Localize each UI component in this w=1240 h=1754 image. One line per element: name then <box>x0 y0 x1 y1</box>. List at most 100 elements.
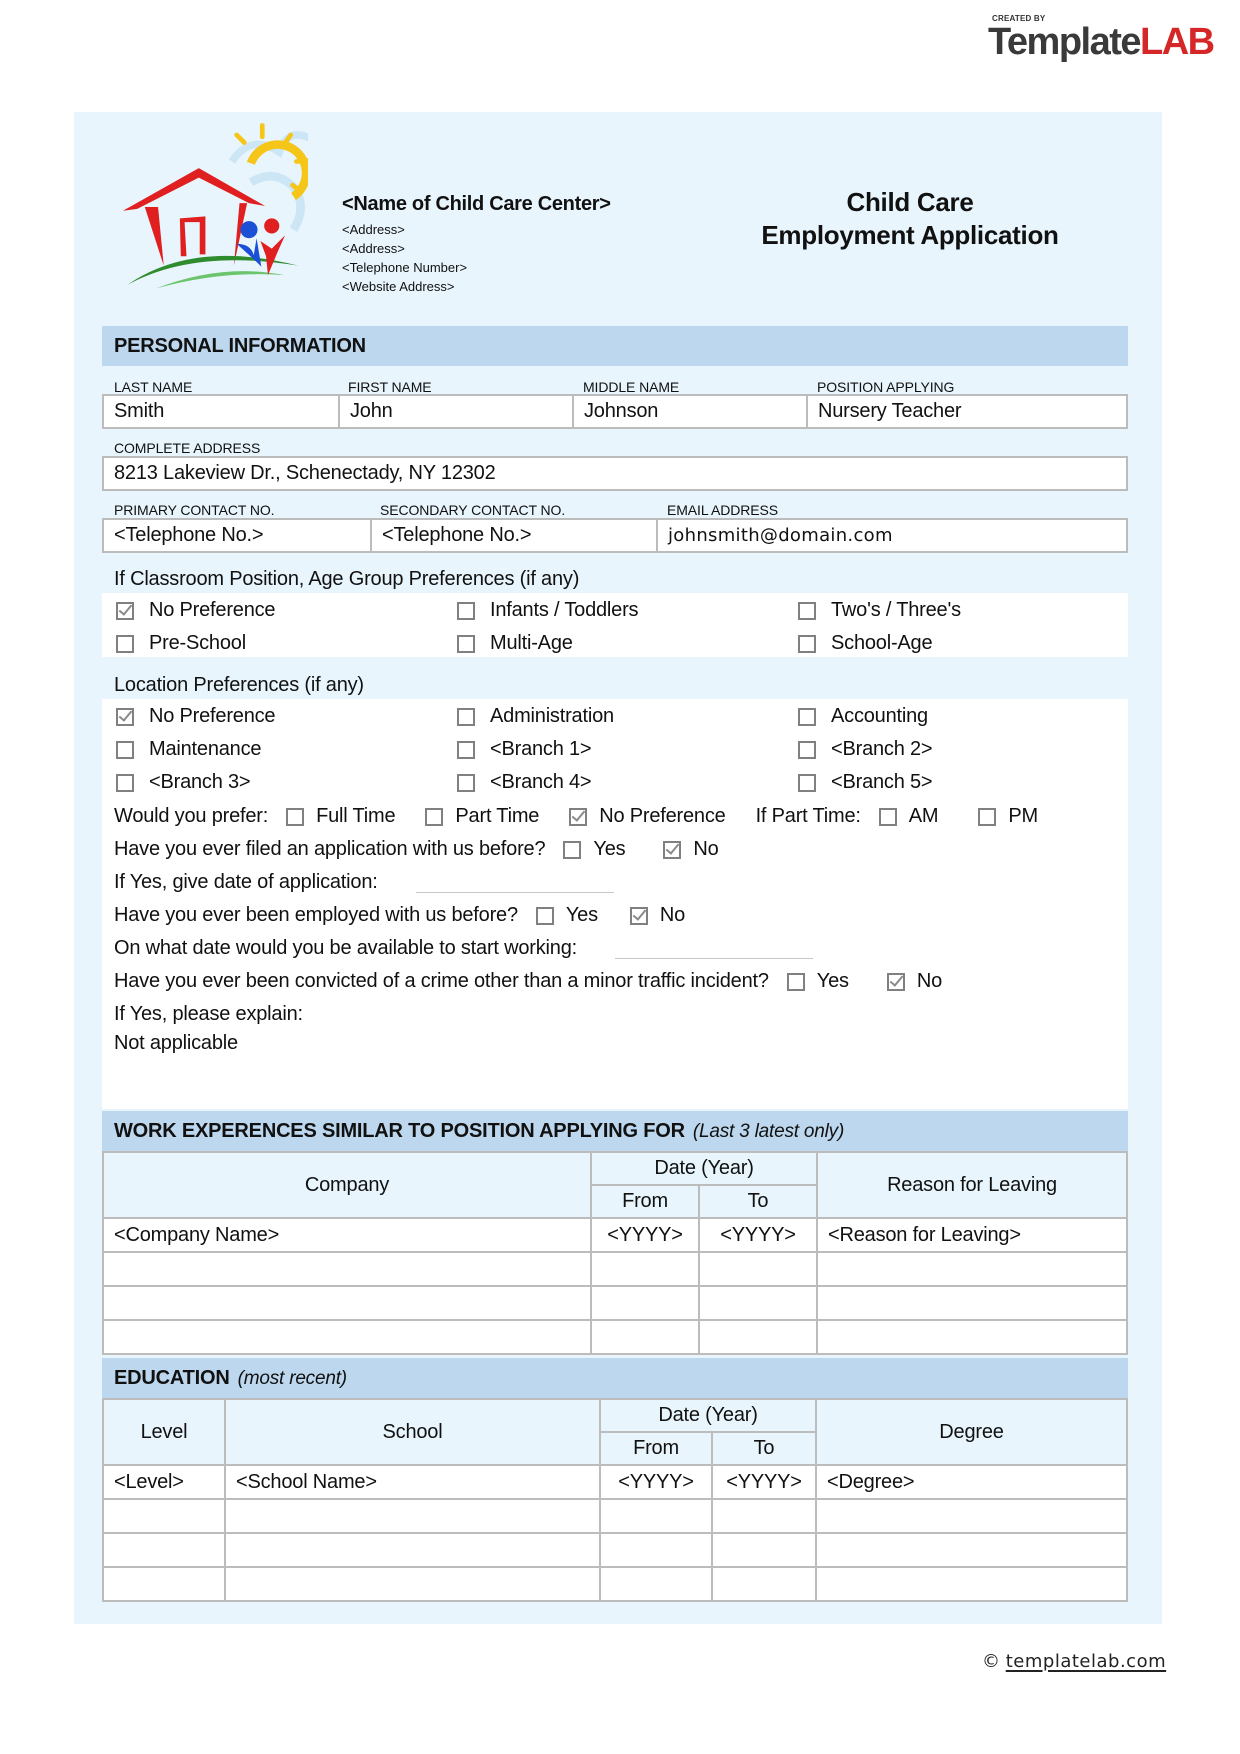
age-option-infants-toddlers[interactable]: Infants / Toddlers <box>457 594 639 627</box>
level-cell[interactable]: <Level> <box>102 1464 226 1500</box>
templatelab-link[interactable]: templatelab.com <box>1006 1651 1166 1672</box>
checkbox-icon[interactable] <box>116 634 134 653</box>
location-option-administration[interactable]: Administration <box>457 700 614 733</box>
age-option-pre-school[interactable]: Pre-School <box>116 627 246 660</box>
to-cell[interactable] <box>711 1566 817 1602</box>
to-cell[interactable]: <YYYY> <box>698 1217 818 1253</box>
location-option-branch-4[interactable]: <Branch 4> <box>457 766 592 799</box>
company-cell[interactable]: <Company Name> <box>102 1217 592 1253</box>
table-row <box>102 1319 1128 1355</box>
checkbox-icon[interactable] <box>457 601 475 620</box>
checkbox-icon[interactable] <box>116 740 134 759</box>
from-cell[interactable] <box>590 1319 700 1355</box>
first-name-field[interactable]: John <box>340 396 574 427</box>
age-option-no-preference[interactable]: No Preference <box>116 594 276 627</box>
reason-cell[interactable] <box>816 1251 1128 1287</box>
school-cell[interactable] <box>224 1532 601 1568</box>
position-field[interactable]: Nursery Teacher <box>808 396 1126 427</box>
col-level: Level <box>102 1398 226 1466</box>
pm-label: PM <box>1008 805 1038 827</box>
part-time-checkbox[interactable] <box>425 807 444 826</box>
no-preference-checkbox[interactable] <box>569 807 588 826</box>
secondary-contact-field[interactable]: <Telephone No.> <box>372 520 658 551</box>
from-cell[interactable] <box>599 1566 713 1602</box>
last-name-field[interactable]: Smith <box>104 396 340 427</box>
child-care-house-logo-icon <box>123 123 308 289</box>
checkbox-icon[interactable] <box>798 740 816 759</box>
middle-name-label: MIDDLE NAME <box>583 379 680 395</box>
location-option-maintenance[interactable]: Maintenance <box>116 733 262 766</box>
checkbox-icon[interactable] <box>116 773 134 792</box>
company-cell[interactable] <box>102 1319 592 1355</box>
email-field[interactable]: johnsmith@domain.com <box>658 520 1126 551</box>
filed-before-yes-checkbox[interactable] <box>563 840 582 859</box>
location-option-branch-5[interactable]: <Branch 5> <box>798 766 933 799</box>
location-option-branch-1[interactable]: <Branch 1> <box>457 733 592 766</box>
company-cell[interactable] <box>102 1251 592 1287</box>
from-cell[interactable] <box>599 1532 713 1568</box>
location-option-branch-3[interactable]: <Branch 3> <box>116 766 251 799</box>
degree-cell[interactable] <box>815 1532 1128 1568</box>
age-option-twos-threes[interactable]: Two's / Three's <box>798 594 961 627</box>
location-option-branch-2[interactable]: <Branch 2> <box>798 733 933 766</box>
employed-before-no-checkbox[interactable] <box>629 906 648 925</box>
explain-value[interactable]: Not applicable <box>114 1032 238 1055</box>
checkbox-icon[interactable] <box>798 601 816 620</box>
checkbox-checked-icon[interactable] <box>116 707 134 726</box>
application-date-input[interactable] <box>415 873 614 893</box>
location-option-no-preference[interactable]: No Preference <box>116 700 276 733</box>
checkbox-icon[interactable] <box>798 773 816 792</box>
to-cell[interactable]: <YYYY> <box>711 1464 817 1500</box>
company-cell[interactable] <box>102 1285 592 1321</box>
checkbox-checked-icon[interactable] <box>116 601 134 620</box>
pm-checkbox[interactable] <box>978 807 997 826</box>
location-option-accounting[interactable]: Accounting <box>798 700 928 733</box>
primary-contact-field[interactable]: <Telephone No.> <box>104 520 372 551</box>
school-cell[interactable] <box>224 1498 601 1534</box>
from-cell[interactable] <box>590 1285 700 1321</box>
level-cell[interactable] <box>102 1566 226 1602</box>
degree-cell[interactable] <box>815 1566 1128 1602</box>
school-cell[interactable]: <School Name> <box>224 1464 601 1500</box>
checkbox-icon[interactable] <box>457 634 475 653</box>
from-cell[interactable] <box>599 1498 713 1534</box>
filed-before-label: Have you ever filed an application with … <box>114 838 546 860</box>
address-field[interactable]: 8213 Lakeview Dr., Schenectady, NY 12302 <box>104 458 1126 489</box>
level-cell[interactable] <box>102 1498 226 1534</box>
reason-cell[interactable]: <Reason for Leaving> <box>816 1217 1128 1253</box>
primary-contact-label: PRIMARY CONTACT NO. <box>114 502 275 518</box>
am-checkbox[interactable] <box>878 807 897 826</box>
checkbox-icon[interactable] <box>457 773 475 792</box>
filed-before-no-checkbox[interactable] <box>663 840 682 859</box>
age-option-multi-age[interactable]: Multi-Age <box>457 627 573 660</box>
to-cell[interactable] <box>698 1285 818 1321</box>
from-cell[interactable]: <YYYY> <box>599 1464 713 1500</box>
checkbox-icon[interactable] <box>457 740 475 759</box>
middle-name-field[interactable]: Johnson <box>574 396 808 427</box>
from-cell[interactable]: <YYYY> <box>590 1217 700 1253</box>
checkbox-icon[interactable] <box>457 707 475 726</box>
to-cell[interactable] <box>711 1532 817 1568</box>
no-preference-label: No Preference <box>599 805 726 827</box>
table-row <box>102 1566 1128 1602</box>
reason-cell[interactable] <box>816 1285 1128 1321</box>
convicted-no-checkbox[interactable] <box>886 972 905 991</box>
col-date-year: Date (Year) <box>599 1398 817 1433</box>
to-cell[interactable] <box>698 1251 818 1287</box>
full-time-checkbox[interactable] <box>286 807 305 826</box>
level-cell[interactable] <box>102 1532 226 1568</box>
to-cell[interactable] <box>711 1498 817 1534</box>
age-option-school-age[interactable]: School-Age <box>798 627 933 660</box>
start-date-row: On what date would you be available to s… <box>114 932 814 965</box>
to-cell[interactable] <box>698 1319 818 1355</box>
checkbox-icon[interactable] <box>798 707 816 726</box>
checkbox-icon[interactable] <box>798 634 816 653</box>
degree-cell[interactable] <box>815 1498 1128 1534</box>
start-date-input[interactable] <box>615 939 814 959</box>
reason-cell[interactable] <box>816 1319 1128 1355</box>
degree-cell[interactable]: <Degree> <box>815 1464 1128 1500</box>
convicted-yes-checkbox[interactable] <box>786 972 805 991</box>
from-cell[interactable] <box>590 1251 700 1287</box>
employed-before-yes-checkbox[interactable] <box>535 906 554 925</box>
school-cell[interactable] <box>224 1566 601 1602</box>
